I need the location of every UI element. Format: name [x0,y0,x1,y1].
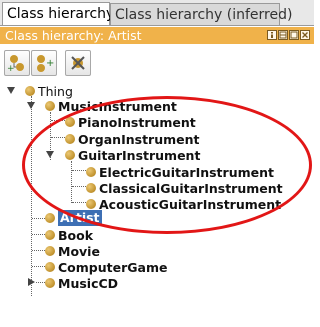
tree-node-artist[interactable]: Artist [45,210,102,226]
delete-class-button[interactable] [65,50,91,76]
tree-line [51,137,65,138]
delete-class-icon [71,56,85,70]
info-icon[interactable] [267,30,277,40]
class-icon [45,101,55,111]
split-view-icon[interactable] [278,30,288,40]
tree-line [32,266,45,267]
tree-node-movie[interactable]: Movie [45,243,100,259]
svg-text:+: + [7,64,15,74]
tree-line [36,282,45,283]
tree-node-music-cd[interactable]: MusicCD [45,275,118,291]
expand-toggle-thing[interactable] [7,87,15,94]
view-header: Class hierarchy: Artist [0,27,314,44]
tree-node-label: ClassicalGuitarInstrument [99,180,283,196]
expand-toggle-music-cd[interactable] [28,278,35,286]
tree-node-label: GuitarInstrument [78,147,201,163]
tree-line [32,234,45,235]
add-sibling-icon: + [37,55,54,72]
tree-node-label: AcousticGuitarInstrument [99,196,282,212]
tree-line [32,218,45,219]
tree-line [51,120,65,121]
class-icon [45,213,55,223]
tree-line [72,186,86,187]
expand-toggle-guitar-instrument[interactable] [46,151,54,158]
tree-node-label-selected: Artist [58,210,102,226]
tree-node-label: MusicCD [58,275,119,291]
hierarchy-toolbar: + + [0,45,314,81]
tab-divider [0,25,314,26]
tree-node-label: Movie [58,243,100,259]
tree-node-label: Thing [38,83,73,99]
tree-node-acoustic-guitar-instrument[interactable]: AcousticGuitarInstrument [86,196,281,212]
add-sibling-button[interactable]: + [31,50,57,76]
close-icon[interactable] [300,30,310,40]
tree-line [32,250,45,251]
tab-class-hierarchy-inferred[interactable]: Class hierarchy (inferred) [110,3,292,25]
class-icon [65,134,75,144]
tree-node-label: ElectricGuitarInstrument [99,164,274,180]
add-subclass-button[interactable]: + [4,50,30,76]
tab-bar: Class hierarchy Class hierarchy (inferre… [0,0,314,26]
class-icon [45,278,55,288]
tree-node-computer-game[interactable]: ComputerGame [45,259,167,275]
class-icon [86,183,96,193]
expand-toggle-music-instrument[interactable] [27,102,35,109]
tree-node-electric-guitar-instrument[interactable]: ElectricGuitarInstrument [86,164,274,180]
class-icon [86,199,96,209]
view-title: Class hierarchy: Artist [5,28,142,43]
tree-node-classical-guitar-instrument[interactable]: ClassicalGuitarInstrument [86,180,283,196]
tree-node-label: OrganInstrument [78,131,200,147]
tree-line [71,161,72,203]
class-icon [45,262,55,272]
tab-class-hierarchy[interactable]: Class hierarchy [2,2,114,26]
tree-node-organ-instrument[interactable]: OrganInstrument [65,131,199,147]
tree-node-label: PianoInstrument [78,114,196,130]
class-icon [25,86,35,96]
class-icon [45,246,55,256]
svg-text:+: + [46,58,54,69]
maximize-icon[interactable] [289,30,299,40]
tree-node-label: ComputerGame [58,259,168,275]
class-tree: Thing MusicInstrument PianoInstrument Or… [0,82,314,327]
tree-node-guitar-instrument[interactable]: GuitarInstrument [65,147,200,163]
tree-node-label: MusicInstrument [58,98,177,114]
tree-node-label: Book [58,227,94,243]
tree-line [72,170,86,171]
class-icon [65,150,75,160]
tree-node-piano-instrument[interactable]: PianoInstrument [65,114,196,130]
add-subclass-icon: + [7,55,24,74]
class-icon [86,167,96,177]
tree-node-book[interactable]: Book [45,227,93,243]
class-icon [65,117,75,127]
tree-line [72,202,86,203]
tree-node-music-instrument[interactable]: MusicInstrument [45,98,177,114]
class-icon [45,230,55,240]
tree-node-thing[interactable]: Thing [25,83,73,99]
view-header-buttons [267,30,310,41]
